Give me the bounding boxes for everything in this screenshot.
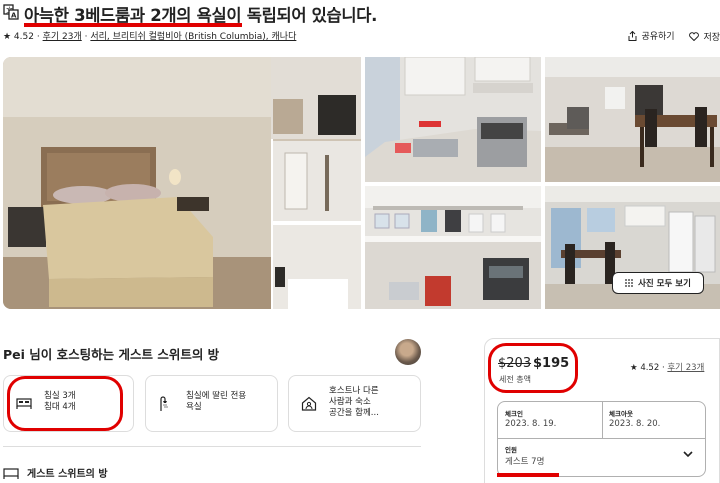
annotation-underline: [497, 473, 559, 477]
annotation-circle: [488, 343, 578, 393]
feature-card-shared-space: 호스트나 다른 사람과 숙소 공간을 함께...: [288, 375, 421, 432]
guests-value[interactable]: 게스트 7명: [505, 455, 544, 467]
feature-line: 사람과 숙소: [329, 397, 371, 407]
guests-label[interactable]: 인원: [505, 444, 517, 454]
checkout-label[interactable]: 체크아웃: [609, 408, 633, 418]
show-all-label: 사진 모두 보기: [638, 279, 691, 289]
separator-dot: ·: [36, 32, 40, 42]
reviews-link[interactable]: 후기 23개: [43, 29, 82, 42]
listing-meta: ★ 4.52 · 후기 23개 · 서리, 브리티쉬 컬럼비아 (British…: [3, 29, 296, 43]
photo-gallery: [3, 57, 720, 309]
share-button[interactable]: 공유하기: [628, 29, 675, 42]
host-avatar[interactable]: [395, 339, 421, 365]
annotation-circle: [7, 376, 123, 431]
translate-icon[interactable]: 文 A: [3, 4, 19, 20]
title-row: 文 A 아늑한 3베드룸과 2개의 욕실이 독립되어 있습니다.: [0, 0, 720, 27]
checkin-value[interactable]: 2023. 8. 19.: [505, 419, 556, 429]
show-all-photos-button[interactable]: 사진 모두 보기: [612, 272, 704, 294]
section-heading-text: 게스트 스위트의 방: [27, 469, 108, 480]
separator-dot: ·: [84, 32, 88, 42]
photo-bedroom[interactable]: [3, 57, 361, 309]
reviews-link[interactable]: 후기 23개: [667, 363, 704, 373]
location-link[interactable]: 서리, 브리티쉬 컬럼비아 (British Columbia), 캐나다: [90, 29, 296, 42]
checkin-label[interactable]: 체크인: [505, 408, 523, 418]
booking-rating: ★ 4.52 · 후기 23개: [630, 361, 704, 373]
photo-dining-room[interactable]: [545, 57, 720, 182]
bed-icon: [3, 467, 19, 479]
feature-line: 호스트나 다른: [329, 386, 379, 396]
chevron-down-icon[interactable]: [682, 449, 694, 459]
picker-divider: [602, 402, 603, 438]
heart-icon: [689, 31, 700, 41]
feature-text: 침실에 딸린 전용 욕실: [186, 391, 246, 413]
feature-line: 침실에 딸린 전용: [186, 391, 247, 401]
annotation-underline: [24, 23, 242, 27]
shower-icon: [160, 396, 168, 411]
photo-kitchen[interactable]: [365, 57, 541, 182]
save-button[interactable]: 저장: [689, 30, 720, 43]
section-divider: [3, 446, 421, 447]
feature-line: 공간을 함께...: [329, 408, 379, 418]
save-label: 저장: [703, 32, 720, 43]
rating-value: ★ 4.52: [630, 363, 660, 373]
separator-dot: ·: [661, 363, 665, 373]
share-icon: [628, 30, 637, 41]
host-title: Pei 님이 호스팅하는 게스트 스위트의 방: [3, 347, 220, 362]
share-label: 공유하기: [641, 32, 675, 42]
feature-card-bathroom: 침실에 딸린 전용 욕실: [145, 375, 278, 432]
checkout-value[interactable]: 2023. 8. 20.: [609, 419, 660, 429]
home-icon: [301, 396, 317, 411]
photo-kitchen-counter[interactable]: [365, 186, 541, 309]
svg-text:A: A: [11, 12, 17, 20]
rating-value: ★ 4.52: [3, 32, 34, 42]
header-actions: 공유하기 저장: [616, 29, 720, 44]
feature-text: 호스트나 다른 사람과 숙소 공간을 함께...: [329, 386, 379, 419]
feature-line: 욕실: [186, 402, 202, 412]
picker-divider: [498, 438, 705, 439]
grid-icon: [625, 279, 633, 287]
section-heading: 게스트 스위트의 방: [3, 465, 108, 480]
